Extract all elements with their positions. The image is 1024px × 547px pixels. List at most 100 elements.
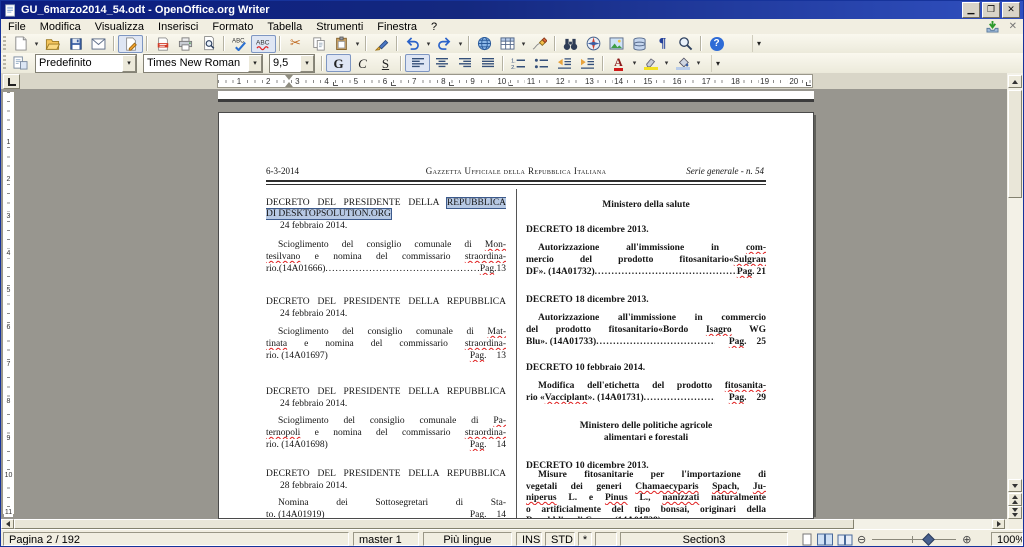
paragraph-style-dropdown[interactable]: ▾ xyxy=(122,55,136,72)
status-language[interactable]: Più lingue xyxy=(423,532,512,546)
highlighting-dropdown[interactable]: ▾ xyxy=(662,54,671,72)
insert-table-button[interactable] xyxy=(496,35,519,53)
toolbar-grip[interactable] xyxy=(3,36,6,51)
standard-toolbar-overflow[interactable]: ▾ xyxy=(752,35,765,52)
status-signature[interactable] xyxy=(595,532,617,546)
numbered-list-button[interactable]: 1.2. xyxy=(507,54,530,72)
data-sources-button[interactable] xyxy=(628,35,651,53)
font-color-dropdown[interactable]: ▾ xyxy=(630,54,639,72)
multi-page-view-icon[interactable] xyxy=(817,533,833,546)
scroll-left-button[interactable] xyxy=(1,519,14,529)
menu-file[interactable]: File xyxy=(1,20,33,34)
styles-button[interactable] xyxy=(9,54,32,72)
background-color-button[interactable] xyxy=(671,54,694,72)
help-button[interactable]: ? xyxy=(705,35,728,53)
close-document-icon[interactable]: ✕ xyxy=(1009,22,1017,32)
open-button[interactable] xyxy=(41,35,64,53)
scroll-right-button[interactable] xyxy=(992,519,1005,529)
bold-button[interactable]: G xyxy=(326,54,351,72)
insert-table-dropdown[interactable]: ▾ xyxy=(519,35,528,53)
font-size-dropdown[interactable]: ▾ xyxy=(300,55,314,72)
status-zoom-level[interactable]: 100% xyxy=(991,532,1023,546)
close-button[interactable]: ✕ xyxy=(1002,2,1020,18)
status-section[interactable]: Section3 xyxy=(620,532,788,546)
align-right-button[interactable] xyxy=(453,54,476,72)
menu-inserisci[interactable]: Inserisci xyxy=(151,20,205,34)
menu-modifica[interactable]: Modifica xyxy=(33,20,88,34)
zoom-out-icon[interactable]: ⊖ xyxy=(857,533,866,546)
paragraph-style-input[interactable] xyxy=(36,57,122,70)
font-name-input[interactable] xyxy=(144,57,248,70)
edit-file-button[interactable] xyxy=(118,35,143,53)
update-available-icon[interactable] xyxy=(986,21,999,33)
find-replace-button[interactable] xyxy=(559,35,582,53)
menu-tabella[interactable]: Tabella xyxy=(260,20,309,34)
email-button[interactable] xyxy=(87,35,110,53)
page-preview-button[interactable] xyxy=(197,35,220,53)
background-color-dropdown[interactable]: ▾ xyxy=(694,54,703,72)
cut-button[interactable]: ✂ xyxy=(284,35,307,53)
spellcheck-button[interactable]: ABC xyxy=(228,35,251,53)
horizontal-scrollbar[interactable] xyxy=(1,519,1009,529)
vertical-ruler[interactable]: 1234567891011 xyxy=(2,91,15,515)
print-button[interactable] xyxy=(174,35,197,53)
toolbar-grip[interactable] xyxy=(3,55,6,71)
status-selection-mode[interactable]: STD xyxy=(545,532,575,546)
hyperlink-button[interactable] xyxy=(473,35,496,53)
format-paintbrush-button[interactable] xyxy=(370,35,393,53)
font-color-button[interactable]: A xyxy=(607,54,630,72)
undo-dropdown[interactable]: ▾ xyxy=(424,35,433,53)
menu-visualizza[interactable]: Visualizza xyxy=(88,20,151,34)
new-document-dropdown[interactable]: ▾ xyxy=(32,35,41,53)
menu-finestra[interactable]: Finestra xyxy=(370,20,424,34)
paste-button[interactable] xyxy=(330,35,353,53)
vertical-scrollbar-thumb[interactable] xyxy=(1008,90,1022,198)
single-page-view-icon[interactable] xyxy=(801,533,813,546)
book-view-icon[interactable] xyxy=(837,533,853,546)
selected-text[interactable]: DI DESKTOPSOLUTION.ORG xyxy=(266,209,391,219)
export-pdf-button[interactable] xyxy=(151,35,174,53)
tab-type-selector[interactable] xyxy=(3,74,20,89)
underline-button[interactable]: S xyxy=(374,54,397,72)
status-page-count[interactable]: Pagina 2 / 192 xyxy=(3,532,349,546)
formatting-toolbar-overflow[interactable]: ▾ xyxy=(711,55,724,72)
new-document-button[interactable] xyxy=(9,35,32,53)
navigator-button[interactable] xyxy=(582,35,605,53)
zoom-button[interactable] xyxy=(674,35,697,53)
scroll-down-button[interactable] xyxy=(1008,479,1022,492)
document-page[interactable]: 6-3-2014 Gazzetta Ufficiale della Repubb… xyxy=(218,112,814,519)
redo-button[interactable] xyxy=(433,35,456,53)
menu-strumenti[interactable]: Strumenti xyxy=(309,20,370,34)
bullet-list-button[interactable] xyxy=(530,54,553,72)
undo-button[interactable] xyxy=(401,35,424,53)
font-size-input[interactable] xyxy=(270,57,300,70)
next-page-button[interactable] xyxy=(1008,506,1022,519)
save-button[interactable] xyxy=(64,35,87,53)
zoom-slider-thumb[interactable] xyxy=(922,533,935,546)
align-left-button[interactable] xyxy=(405,54,430,72)
highlighting-button[interactable] xyxy=(639,54,662,72)
paste-dropdown[interactable]: ▾ xyxy=(353,35,362,53)
indent-marker[interactable] xyxy=(285,75,293,87)
horizontal-scrollbar-thumb[interactable] xyxy=(14,519,854,529)
vertical-scrollbar[interactable] xyxy=(1007,73,1023,519)
increase-indent-button[interactable] xyxy=(576,54,599,72)
decrease-indent-button[interactable] xyxy=(553,54,576,72)
italic-button[interactable]: C xyxy=(351,54,374,72)
justify-button[interactable] xyxy=(476,54,499,72)
copy-button[interactable] xyxy=(307,35,330,53)
status-modified-flag[interactable]: * xyxy=(578,532,592,546)
draw-functions-button[interactable] xyxy=(528,35,551,53)
font-name-dropdown[interactable]: ▾ xyxy=(248,55,262,72)
zoom-slider-track[interactable] xyxy=(872,539,956,540)
restore-button[interactable]: ❐ xyxy=(982,2,1000,18)
previous-page-button[interactable] xyxy=(1008,493,1022,506)
menu-formato[interactable]: Formato xyxy=(205,20,260,34)
selected-text[interactable]: REPUBBLICA xyxy=(447,198,506,208)
horizontal-ruler[interactable]: 1234567891011121314151617181920 xyxy=(217,74,813,88)
scroll-up-button[interactable] xyxy=(1008,75,1022,88)
zoom-in-icon[interactable]: ⊕ xyxy=(962,533,971,546)
gallery-button[interactable] xyxy=(605,35,628,53)
redo-dropdown[interactable]: ▾ xyxy=(456,35,465,53)
minimize-button[interactable]: ▁ xyxy=(962,2,980,18)
